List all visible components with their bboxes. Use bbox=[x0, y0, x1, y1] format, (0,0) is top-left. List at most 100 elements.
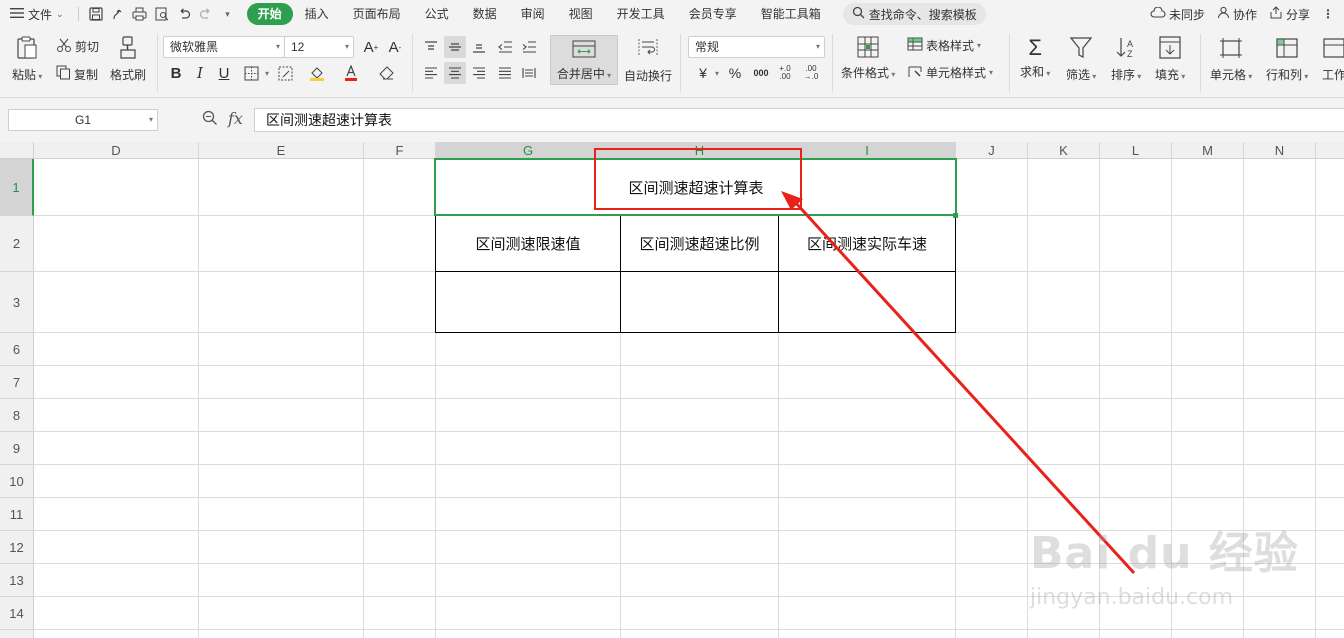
worksheet-button[interactable]: 工作 bbox=[1322, 36, 1344, 83]
rows-cols-label: 行和列 ▾ bbox=[1266, 68, 1309, 82]
command-search[interactable]: 查找命令、搜索模板 bbox=[842, 3, 986, 25]
rows-cols-icon bbox=[1275, 36, 1299, 63]
cell-style-label: 单元格样式 bbox=[926, 66, 987, 80]
svg-text:Z: Z bbox=[1127, 49, 1133, 59]
cell-style-button[interactable]: 单元格样式 ▾ bbox=[907, 64, 993, 81]
italic-icon[interactable]: I bbox=[189, 62, 211, 84]
tab-data[interactable]: 数据 bbox=[461, 3, 509, 25]
tab-home[interactable]: 开始 bbox=[246, 3, 293, 25]
print-icon[interactable] bbox=[129, 3, 151, 25]
align-right-icon[interactable] bbox=[468, 62, 490, 84]
decrease-decimal-icon[interactable]: .00 →.0 bbox=[800, 62, 822, 84]
tab-page-layout[interactable]: 页面布局 bbox=[341, 3, 413, 25]
divider bbox=[77, 7, 79, 21]
fill-down-icon bbox=[1159, 36, 1181, 63]
sum-button[interactable]: Σ 求和 ▾ bbox=[1020, 36, 1050, 80]
align-top-icon[interactable] bbox=[420, 36, 442, 58]
underline-icon[interactable]: U bbox=[213, 62, 235, 84]
font-color-icon[interactable] bbox=[340, 62, 362, 84]
increase-decimal-icon[interactable]: +.0.00 bbox=[774, 62, 796, 84]
paste-button[interactable]: 粘贴 ▾ bbox=[12, 36, 42, 83]
align-bottom-icon[interactable] bbox=[468, 36, 490, 58]
increase-font-icon[interactable]: A + bbox=[360, 36, 382, 58]
undo-icon[interactable] bbox=[173, 3, 195, 25]
table-style-label: 表格样式 bbox=[926, 39, 975, 53]
justify-icon[interactable] bbox=[494, 62, 516, 84]
tab-member[interactable]: 会员专享 bbox=[677, 3, 749, 25]
format-painter-button[interactable]: 格式刷 bbox=[110, 36, 146, 83]
chevron-down-icon: ▾ bbox=[275, 42, 280, 51]
conditional-format-button[interactable]: 条件格式 ▾ bbox=[841, 36, 895, 81]
decrease-font-icon[interactable]: A- bbox=[384, 36, 406, 58]
file-menu[interactable]: 文件 ⌄ bbox=[0, 6, 72, 23]
font-name-value: 微软雅黑 bbox=[170, 40, 219, 54]
percent-icon[interactable]: % bbox=[724, 62, 746, 84]
chevron-down-icon: ▾ bbox=[815, 42, 820, 51]
sync-status[interactable]: 未同步 bbox=[1150, 5, 1205, 23]
cut-button[interactable]: 剪切 bbox=[56, 38, 99, 55]
share-button[interactable]: 分享 bbox=[1269, 6, 1310, 23]
quick-access-more-icon[interactable]: ▾ bbox=[217, 3, 239, 25]
align-center-icon[interactable] bbox=[444, 62, 466, 84]
collaborate-label: 协作 bbox=[1232, 7, 1257, 22]
wrap-text-icon bbox=[637, 38, 659, 59]
divider bbox=[412, 34, 413, 92]
formula-input[interactable]: 区间测速超速计算表 bbox=[254, 108, 1344, 132]
zoom-search-icon[interactable] bbox=[202, 110, 218, 129]
fill-button[interactable]: 填充 ▾ bbox=[1155, 36, 1185, 83]
wrap-text-button[interactable]: 自动换行 bbox=[624, 38, 672, 84]
table-style-button[interactable]: 表格样式 ▾ bbox=[907, 37, 981, 54]
number-format-select[interactable]: 常规 ▾ bbox=[688, 36, 825, 58]
cell-format-icon[interactable] bbox=[274, 62, 296, 84]
watermark-url: jingyan.baidu.com bbox=[1030, 585, 1234, 610]
export-pdf-icon[interactable] bbox=[107, 3, 129, 25]
collaborate-button[interactable]: 协作 bbox=[1217, 6, 1257, 23]
rows-cols-button[interactable]: 行和列 ▾ bbox=[1266, 36, 1308, 83]
cell-style-icon bbox=[907, 64, 923, 81]
tab-insert[interactable]: 插入 bbox=[293, 3, 341, 25]
align-left-icon[interactable] bbox=[420, 62, 442, 84]
watermark-brand: Bai du 经验 bbox=[1030, 528, 1299, 579]
more-menu-icon[interactable]: ⋮ bbox=[1322, 7, 1334, 21]
cloud-icon bbox=[1150, 5, 1166, 22]
distributed-align-icon[interactable] bbox=[518, 62, 540, 84]
increase-indent-icon[interactable] bbox=[518, 36, 540, 58]
wrap-text-label: 自动换行 bbox=[624, 69, 673, 83]
cells-label: 单元格 ▾ bbox=[1210, 68, 1253, 82]
share-label: 分享 bbox=[1285, 7, 1310, 22]
chevron-down-icon: ▾ bbox=[977, 41, 982, 50]
svg-text:A: A bbox=[1127, 39, 1133, 49]
sort-icon: AZ bbox=[1115, 36, 1137, 63]
bold-icon[interactable]: B bbox=[165, 62, 187, 84]
tab-smart-toolbox[interactable]: 智能工具箱 bbox=[749, 3, 833, 25]
merge-center-label: 合并居中 ▾ bbox=[556, 67, 612, 81]
worksheet-icon bbox=[1322, 36, 1344, 63]
redo-icon[interactable] bbox=[195, 3, 217, 25]
save-icon[interactable] bbox=[85, 3, 107, 25]
name-box-value: G1 bbox=[74, 113, 91, 127]
cells-button[interactable]: 单元格 ▾ bbox=[1210, 36, 1252, 83]
clear-format-icon[interactable] bbox=[376, 62, 398, 84]
search-icon bbox=[852, 6, 865, 22]
chevron-down-icon: ▾ bbox=[344, 42, 349, 51]
tab-view[interactable]: 视图 bbox=[557, 3, 605, 25]
decrease-indent-icon[interactable] bbox=[494, 36, 516, 58]
filter-button[interactable]: 筛选 ▾ bbox=[1066, 36, 1096, 83]
font-size-select[interactable]: 12 ▾ bbox=[284, 36, 354, 58]
tab-formulas[interactable]: 公式 bbox=[413, 3, 461, 25]
scissors-icon bbox=[56, 38, 72, 55]
format-painter-label: 格式刷 bbox=[110, 68, 147, 82]
tab-review[interactable]: 审阅 bbox=[509, 3, 557, 25]
sort-button[interactable]: AZ 排序 ▾ bbox=[1111, 36, 1141, 83]
fill-color-icon[interactable] bbox=[306, 62, 328, 84]
merge-center-button[interactable]: 合并居中 ▾ bbox=[550, 35, 618, 85]
align-middle-icon[interactable] bbox=[444, 36, 466, 58]
insert-function-icon[interactable]: fx bbox=[228, 109, 243, 128]
name-box[interactable]: G1 ▾ bbox=[8, 109, 158, 131]
copy-button[interactable]: 复制 bbox=[56, 65, 98, 83]
print-preview-icon[interactable] bbox=[151, 3, 173, 25]
thousands-separator-icon[interactable]: 000 bbox=[750, 62, 772, 84]
font-name-select[interactable]: 微软雅黑 ▾ bbox=[163, 36, 285, 58]
divider bbox=[680, 34, 681, 92]
tab-developer[interactable]: 开发工具 bbox=[605, 3, 677, 25]
